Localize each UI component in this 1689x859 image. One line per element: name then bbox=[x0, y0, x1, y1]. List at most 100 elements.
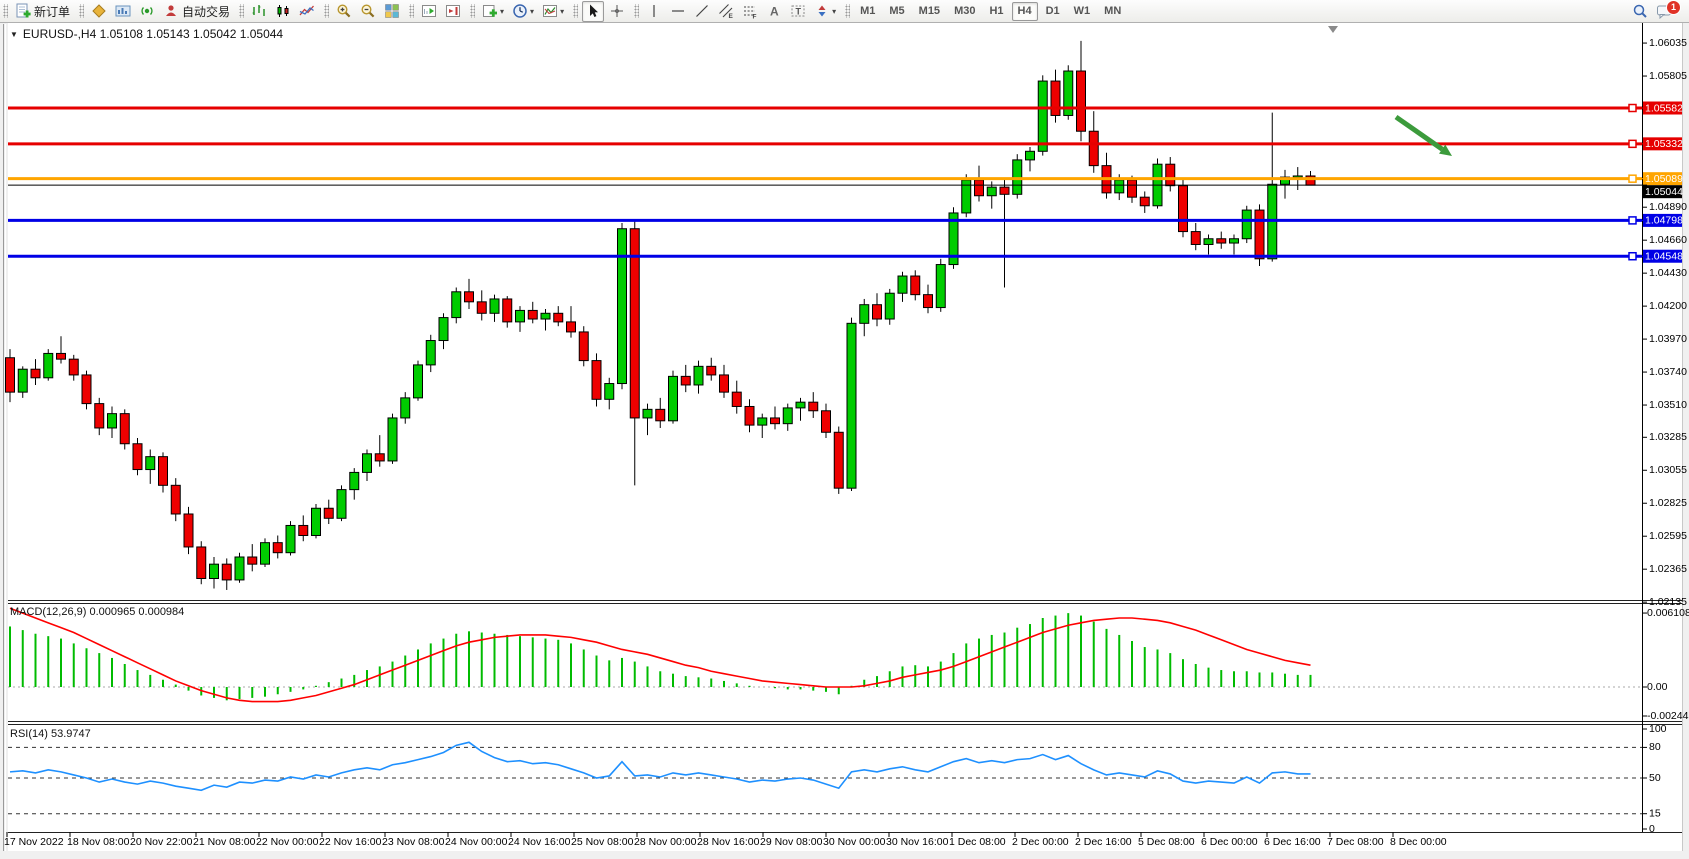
new-chart-button[interactable]: ▾ bbox=[479, 1, 507, 22]
auto-scroll-button[interactable] bbox=[418, 1, 440, 22]
tf-d1[interactable]: D1 bbox=[1040, 2, 1066, 21]
bull-candle bbox=[847, 323, 856, 488]
bear-candle bbox=[1166, 164, 1175, 186]
time-tick-label: 8 Dec 00:00 bbox=[1390, 836, 1447, 848]
search-button[interactable] bbox=[1629, 1, 1651, 22]
bull-candle bbox=[783, 408, 792, 424]
tile-windows-button[interactable] bbox=[381, 1, 403, 22]
macd-tick-label: 0.00 bbox=[1647, 681, 1668, 693]
line-handle[interactable] bbox=[1629, 253, 1636, 260]
chart-menu-triangle-icon[interactable]: ▼ bbox=[10, 30, 18, 39]
toolbar-group-handle-icon[interactable] bbox=[845, 4, 850, 18]
toolbar-group-handle-icon[interactable] bbox=[239, 4, 244, 18]
bar-chart-button[interactable] bbox=[248, 1, 270, 22]
zoom-in-icon bbox=[336, 3, 352, 19]
tf-m15[interactable]: M15 bbox=[913, 2, 946, 21]
notifications-button[interactable]: 1 bbox=[1653, 1, 1684, 22]
trendline-button[interactable] bbox=[691, 1, 713, 22]
autotrade-button-label: 自动交易 bbox=[182, 3, 230, 20]
price-tick-label: 1.03285 bbox=[1649, 431, 1687, 443]
line-handle[interactable] bbox=[1629, 175, 1636, 182]
fibonacci-button[interactable]: F bbox=[739, 1, 761, 22]
chart-canvas[interactable]: 1.060351.058051.048901.046601.044301.042… bbox=[0, 0, 1689, 859]
bear-candle bbox=[567, 322, 576, 332]
bear-candle bbox=[707, 366, 716, 375]
toolbar-group-handle-icon[interactable] bbox=[3, 4, 8, 18]
doc-plus-icon bbox=[15, 3, 31, 19]
bear-candle bbox=[1140, 197, 1149, 206]
bear-candle bbox=[503, 299, 512, 322]
bull-candle bbox=[490, 299, 499, 313]
tf-m5[interactable]: M5 bbox=[883, 2, 910, 21]
tf-mn[interactable]: MN bbox=[1098, 2, 1127, 21]
chart-shift-button[interactable] bbox=[442, 1, 464, 22]
dropdown-caret-icon[interactable]: ▾ bbox=[560, 7, 564, 16]
text-button[interactable]: A bbox=[763, 1, 785, 22]
rsi-tick-label: 80 bbox=[1649, 741, 1661, 753]
bull-candle bbox=[1204, 239, 1213, 245]
bear-candle bbox=[1191, 232, 1200, 245]
periodicity-button[interactable]: ▾ bbox=[509, 1, 537, 22]
bear-candle bbox=[375, 454, 384, 461]
bear-candle bbox=[133, 444, 142, 470]
time-tick-label: 22 Nov 00:00 bbox=[256, 836, 319, 848]
autotrade-button[interactable]: 自动交易 bbox=[160, 1, 233, 22]
dropdown-caret-icon[interactable]: ▾ bbox=[500, 7, 504, 16]
bear-candle bbox=[1128, 180, 1137, 197]
channel-button[interactable]: E bbox=[715, 1, 737, 22]
time-tick-label: 18 Nov 08:00 bbox=[67, 836, 130, 848]
signals-button[interactable] bbox=[136, 1, 158, 22]
toolbar-group bbox=[236, 0, 321, 22]
data-window-button[interactable] bbox=[112, 1, 134, 22]
time-tick-label: 22 Nov 16:00 bbox=[319, 836, 382, 848]
horizontal-line-button[interactable] bbox=[667, 1, 689, 22]
tf-h1[interactable]: H1 bbox=[983, 2, 1009, 21]
dropdown-caret-icon[interactable]: ▾ bbox=[832, 7, 836, 16]
toolbar-right: 1 bbox=[1628, 1, 1689, 22]
tf-m30[interactable]: M30 bbox=[948, 2, 981, 21]
bear-candle bbox=[197, 547, 206, 579]
arrows-button[interactable]: ▾ bbox=[811, 1, 839, 22]
indicators-button[interactable]: ▾ bbox=[539, 1, 567, 22]
text-label-button[interactable]: T bbox=[787, 1, 809, 22]
toolbar-group-handle-icon[interactable] bbox=[79, 4, 84, 18]
zoom-out-button[interactable] bbox=[357, 1, 379, 22]
toolbar-group bbox=[570, 0, 631, 22]
line-handle[interactable] bbox=[1629, 105, 1636, 112]
candlestick-button[interactable] bbox=[272, 1, 294, 22]
tf-w1[interactable]: W1 bbox=[1068, 2, 1097, 21]
zoom-in-button[interactable] bbox=[333, 1, 355, 22]
svg-text:T: T bbox=[796, 7, 802, 17]
market-watch-button[interactable] bbox=[88, 1, 110, 22]
tf-m1[interactable]: M1 bbox=[854, 2, 881, 21]
line-handle[interactable] bbox=[1629, 217, 1636, 224]
vertical-line-button[interactable] bbox=[643, 1, 665, 22]
bear-candle bbox=[57, 353, 66, 359]
tf-d1-label: D1 bbox=[1046, 5, 1060, 17]
bull-candle bbox=[796, 402, 805, 408]
toolbar-group-handle-icon[interactable] bbox=[634, 4, 639, 18]
toolbar-group-handle-icon[interactable] bbox=[470, 4, 475, 18]
new-order-button[interactable]: 新订单 bbox=[12, 1, 73, 22]
cursor-button[interactable] bbox=[582, 1, 604, 22]
crosshair-button[interactable] bbox=[606, 1, 628, 22]
toolbar-group-handle-icon[interactable] bbox=[573, 4, 578, 18]
line-chart-button[interactable] bbox=[296, 1, 318, 22]
line-handle[interactable] bbox=[1629, 140, 1636, 147]
dropdown-caret-icon[interactable]: ▾ bbox=[530, 7, 534, 16]
bull-candle bbox=[541, 313, 550, 319]
toolbar-group-handle-icon[interactable] bbox=[324, 4, 329, 18]
tf-h4[interactable]: H4 bbox=[1012, 2, 1038, 21]
bear-candle bbox=[82, 375, 91, 404]
bull-candle bbox=[414, 365, 423, 398]
tf-h1-label: H1 bbox=[989, 5, 1003, 17]
bull-candle bbox=[1242, 210, 1251, 239]
notification-badge: 1 bbox=[1666, 0, 1681, 15]
time-tick-label: 2 Dec 16:00 bbox=[1075, 836, 1132, 848]
vline-icon bbox=[646, 3, 662, 19]
cube-icon bbox=[91, 3, 107, 19]
price-tick-label: 1.05805 bbox=[1649, 70, 1687, 82]
bear-candle bbox=[771, 418, 780, 424]
toolbar-group-handle-icon[interactable] bbox=[409, 4, 414, 18]
bull-candle bbox=[210, 564, 219, 578]
